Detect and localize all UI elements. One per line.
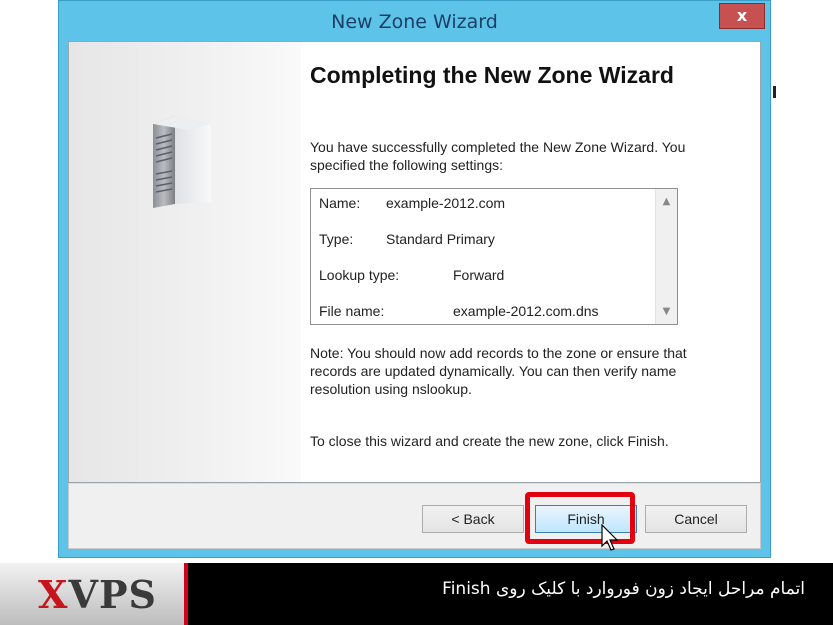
settings-value: Standard Primary — [386, 231, 495, 247]
caption-banner: XVPS اتمام مراحل ایجاد زون فوروارد با کل… — [0, 563, 833, 625]
logo: XVPS — [0, 563, 184, 625]
scroll-down-icon[interactable]: ▼ — [659, 304, 674, 319]
back-button[interactable]: < Back — [422, 505, 524, 533]
wizard-window: New Zone Wizard x Completing the New Zon… — [58, 0, 771, 558]
wizard-note-text: Note: You should now add records to the … — [310, 345, 687, 397]
window-title: New Zone Wizard — [331, 11, 498, 33]
wizard-intro-text: You have successfully completed the New … — [310, 139, 686, 173]
logo-vps: VPS — [68, 572, 157, 617]
settings-label: Lookup type: — [319, 267, 400, 283]
settings-row-file-name: File name: example-2012.com.dns — [319, 303, 599, 319]
background-mark — [773, 86, 776, 98]
cancel-button[interactable]: Cancel — [645, 505, 747, 533]
settings-value: example-2012.com — [386, 195, 506, 211]
settings-row-type: Type: Standard Primary — [319, 231, 495, 247]
settings-value: Forward — [453, 267, 505, 283]
server-icon — [153, 116, 211, 208]
wizard-button-bar: < Back Finish Cancel — [68, 483, 761, 549]
settings-summary-box[interactable]: Name: example-2012.com Type: Standard Pr… — [310, 188, 678, 325]
logo-x: X — [38, 572, 69, 617]
settings-row-name: Name: example-2012.com — [319, 195, 505, 211]
settings-label: Type: — [319, 231, 354, 247]
scroll-up-icon[interactable]: ▲ — [659, 194, 674, 209]
wizard-heading: Completing the New Zone Wizard — [310, 62, 674, 88]
mouse-pointer-icon — [601, 524, 619, 551]
banner-divider — [184, 563, 188, 625]
settings-label: Name: — [319, 195, 361, 211]
title-bar[interactable]: New Zone Wizard x — [59, 1, 770, 43]
close-button[interactable]: x — [719, 3, 765, 29]
wizard-side-panel — [69, 42, 301, 482]
settings-value: example-2012.com.dns — [453, 303, 599, 319]
background-strip — [771, 0, 833, 558]
settings-label: File name: — [319, 303, 385, 319]
wizard-content: Completing the New Zone Wizard You have … — [68, 41, 761, 483]
wizard-close-instruction: To close this wizard and create the new … — [310, 433, 669, 449]
settings-row-lookup-type: Lookup type: Forward — [319, 267, 504, 283]
settings-scrollbar[interactable]: ▲ ▼ — [655, 189, 677, 324]
banner-caption: اتمام مراحل ایجاد زون فوروارد با کلیک رو… — [442, 579, 805, 599]
logo-text: XVPS — [38, 572, 157, 617]
